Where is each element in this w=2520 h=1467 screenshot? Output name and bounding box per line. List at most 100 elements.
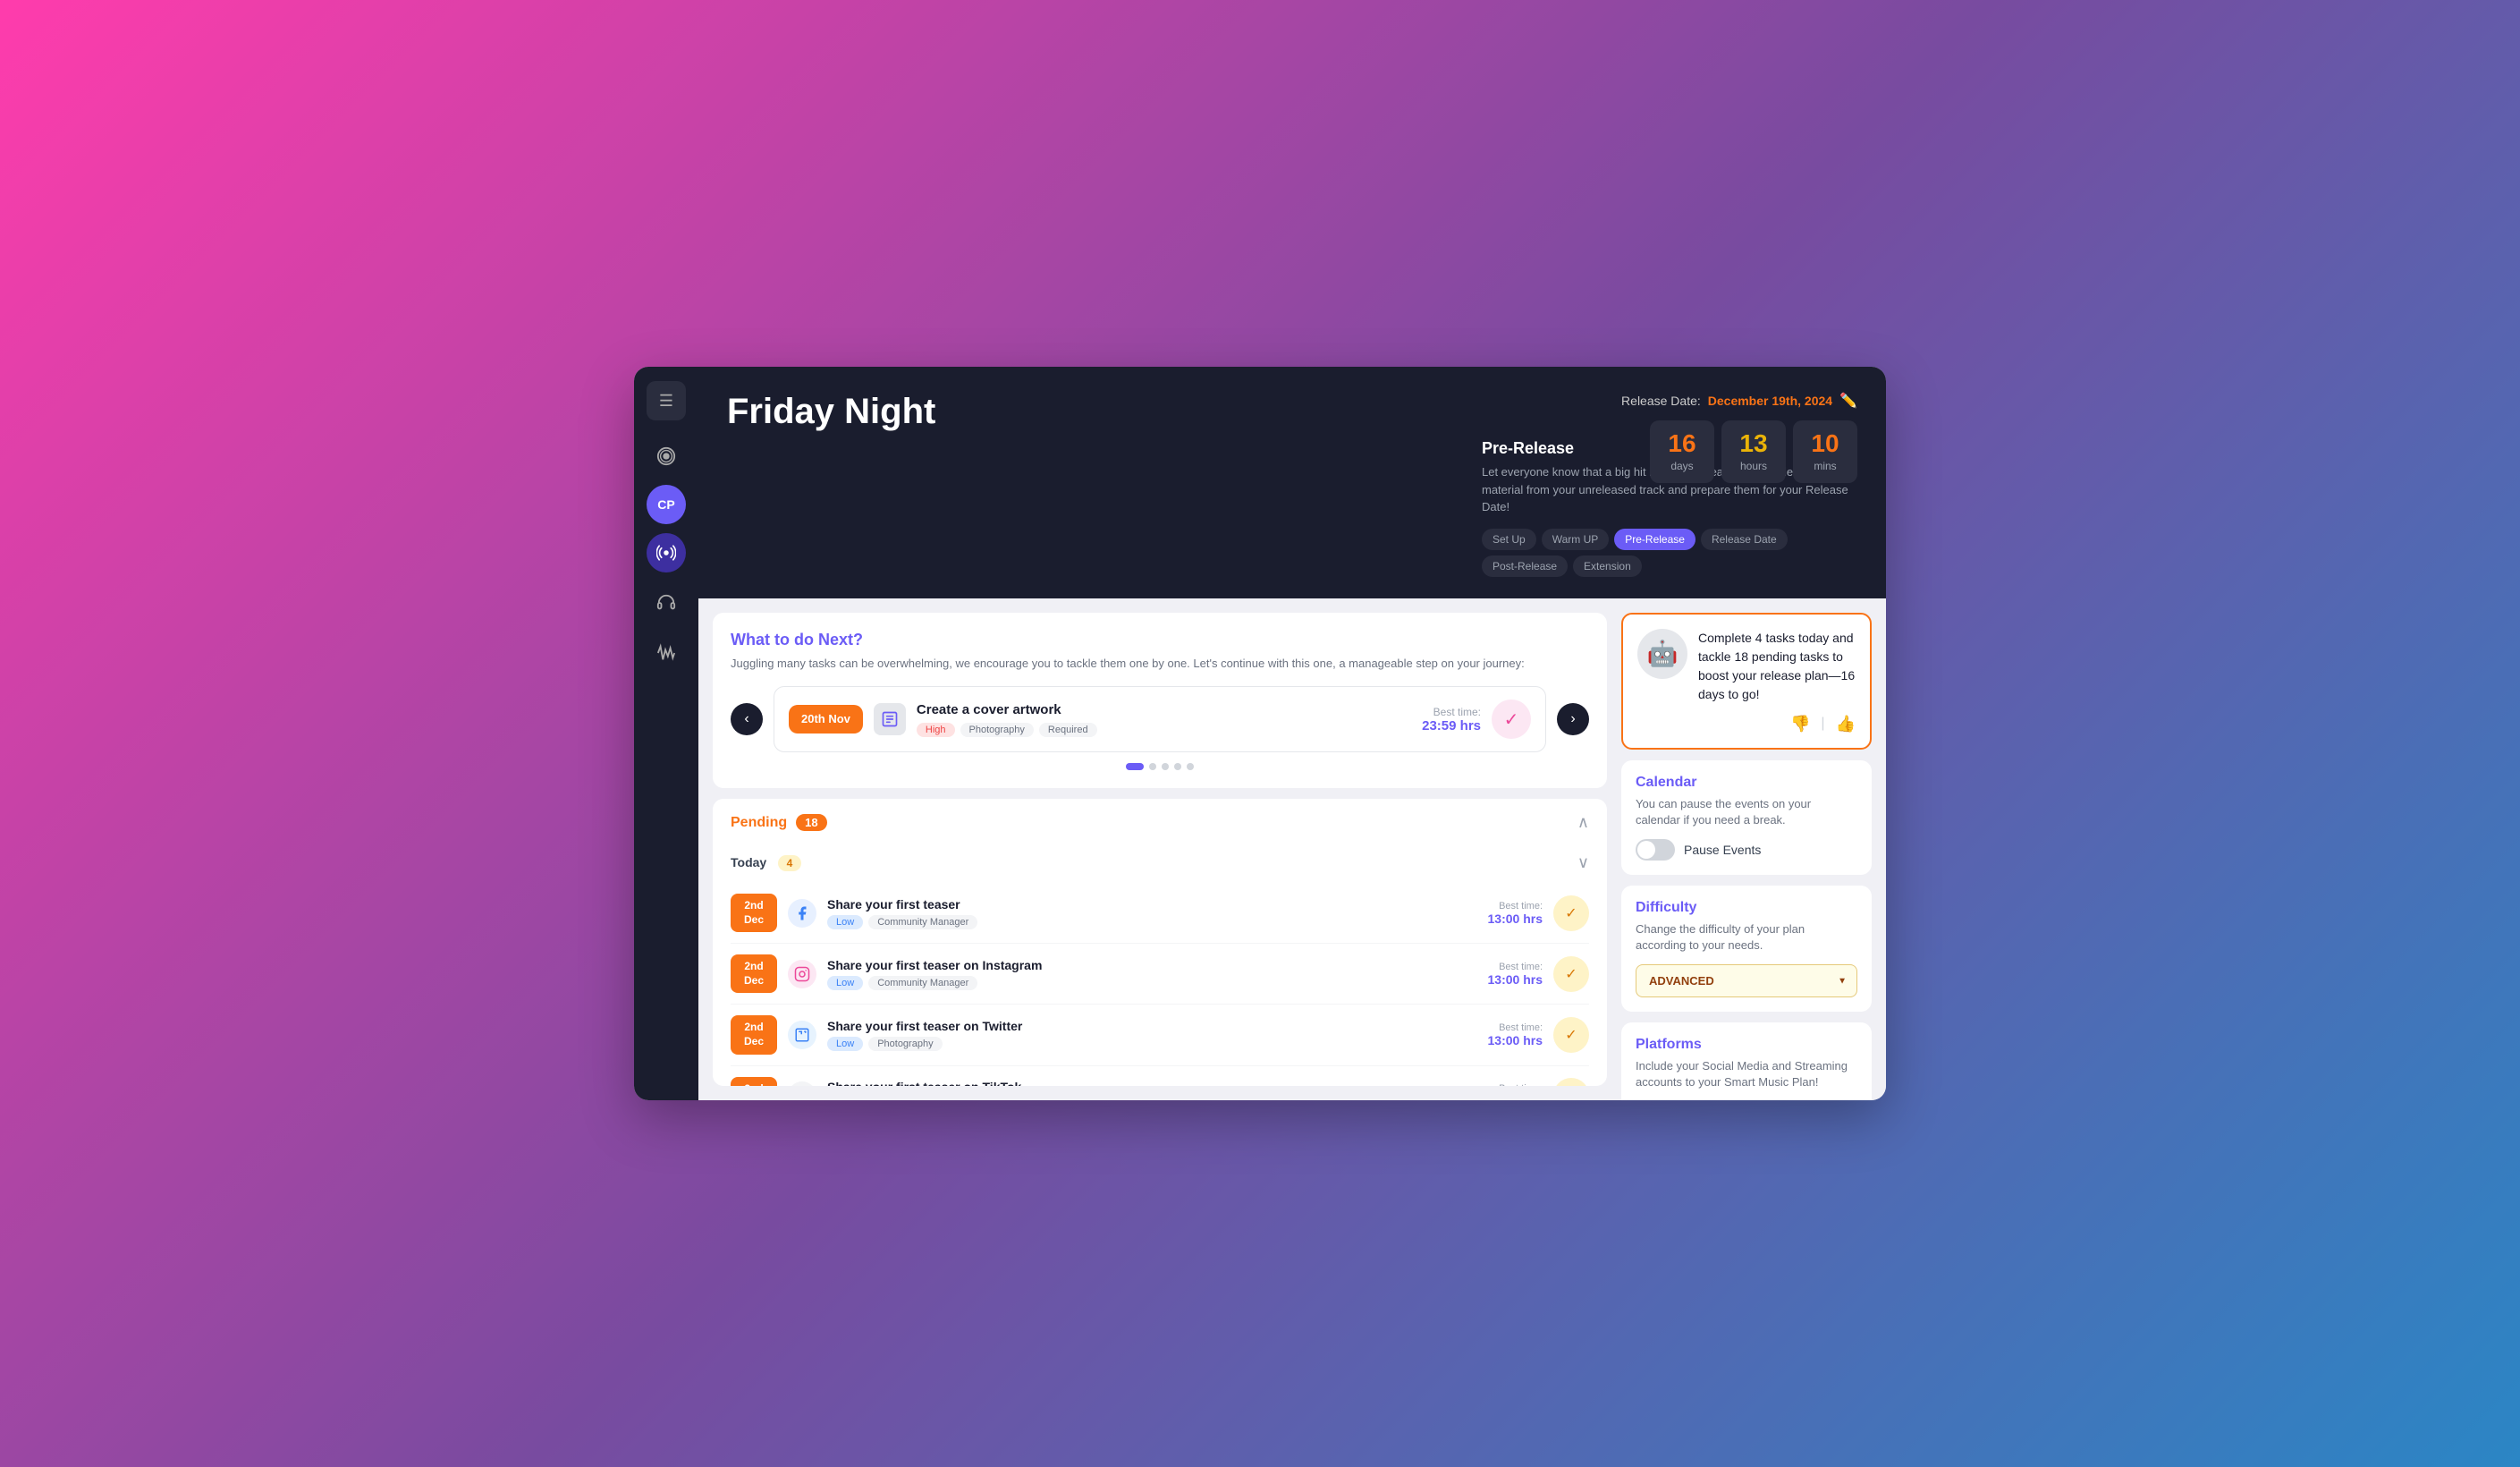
platforms-desc: Include your Social Media and Streaming …	[1636, 1058, 1857, 1090]
tab-postrelease[interactable]: Post-Release	[1482, 555, 1568, 577]
sidebar-item-headphones[interactable]	[647, 583, 686, 623]
right-panel: 🤖 Complete 4 tasks today and tackle 18 p…	[1621, 613, 1872, 1087]
task-complete-button[interactable]: ✓	[1492, 700, 1531, 739]
task-row-time-1: 13:00 hrs	[1488, 912, 1543, 926]
dot-4	[1174, 763, 1181, 770]
today-chevron-icon: ∨	[1577, 853, 1589, 872]
task-row-date-2: 2ndDec	[731, 954, 777, 993]
tag-low-1: Low	[827, 915, 863, 929]
task-row: 2ndDec Share your first teaser on TikTok…	[731, 1066, 1589, 1086]
facebook-icon	[788, 899, 816, 928]
ai-card-top: 🤖 Complete 4 tasks today and tackle 18 p…	[1637, 629, 1856, 704]
sidebar-item-signal[interactable]	[647, 533, 686, 572]
thumbs-up-button[interactable]: 👍	[1836, 715, 1856, 734]
pending-title-row: Pending 18	[731, 814, 827, 831]
task-row-name-4: Share your first teaser on TikTok	[827, 1080, 1477, 1086]
countdown-mins-label: mins	[1809, 460, 1841, 472]
tab-releasedate[interactable]: Release Date	[1701, 529, 1788, 550]
task-carousel: ‹ 20th Nov Create a cover artwork	[731, 686, 1589, 752]
tag-high: High	[917, 723, 955, 737]
release-date-value: December 19th, 2024	[1708, 394, 1832, 408]
difficulty-select[interactable]: BEGINNER INTERMEDIATE ADVANCED EXPERT	[1636, 964, 1857, 997]
task-row-best-4: Best time: 13:00 hrs	[1488, 1083, 1543, 1086]
instagram-icon	[788, 960, 816, 988]
task-info: Create a cover artwork High Photography …	[917, 702, 1411, 737]
carousel-dots	[731, 763, 1589, 770]
task-row: 2ndDec Share your first teaser on Instag…	[731, 944, 1589, 1005]
ai-divider: |	[1821, 716, 1824, 732]
dot-1	[1126, 763, 1144, 770]
countdown-mins-value: 10	[1809, 431, 1841, 456]
countdown-hours: 13 hours	[1721, 420, 1786, 483]
twitter-icon	[788, 1021, 816, 1049]
task-row-tags-3: Low Photography	[827, 1037, 1477, 1051]
body-content: What to do Next? Juggling many tasks can…	[698, 598, 1886, 1101]
task-row-best-2: Best time: 13:00 hrs	[1488, 962, 1543, 987]
tab-warmup[interactable]: Warm UP	[1542, 529, 1610, 550]
pause-events-toggle[interactable]	[1636, 839, 1675, 861]
main-content: Friday Night Release Date: December 19th…	[698, 367, 1886, 1100]
task-row: 2ndDec Share your first teaser on Twitte…	[731, 1005, 1589, 1065]
ai-message: Complete 4 tasks today and tackle 18 pen…	[1698, 629, 1856, 704]
edit-icon[interactable]: ✏️	[1839, 392, 1857, 410]
tag-low-3: Low	[827, 1037, 863, 1051]
countdown-days: 16 days	[1650, 420, 1714, 483]
sidebar-menu-button[interactable]: ☰	[647, 381, 686, 420]
dot-5	[1187, 763, 1194, 770]
task-check-4[interactable]: ✓	[1553, 1078, 1589, 1086]
what-next-desc: Juggling many tasks can be overwhelming,…	[731, 655, 1589, 673]
thumbs-down-button[interactable]: 👎	[1790, 715, 1810, 734]
today-count-badge: 4	[778, 855, 802, 871]
calendar-title: Calendar	[1636, 775, 1857, 791]
countdown-hours-label: hours	[1738, 460, 1770, 472]
tab-extension[interactable]: Extension	[1573, 555, 1642, 577]
difficulty-select-wrapper: BEGINNER INTERMEDIATE ADVANCED EXPERT	[1636, 964, 1857, 997]
difficulty-title: Difficulty	[1636, 900, 1857, 916]
left-panel: What to do Next? Juggling many tasks can…	[713, 613, 1607, 1087]
what-next-title: What to do Next?	[731, 631, 1589, 649]
task-row-date-1: 2ndDec	[731, 894, 777, 932]
sidebar-item-waveform[interactable]	[647, 633, 686, 673]
task-name: Create a cover artwork	[917, 702, 1411, 717]
ai-card: 🤖 Complete 4 tasks today and tackle 18 p…	[1621, 613, 1872, 750]
task-time-value: 23:59 hrs	[1422, 718, 1481, 734]
difficulty-card: Difficulty Change the difficulty of your…	[1621, 886, 1872, 1012]
featured-task-card: 20th Nov Create a cover artwork High Pho…	[774, 686, 1546, 752]
task-row-time-3: 13:00 hrs	[1488, 1033, 1543, 1047]
task-best-time: Best time: 23:59 hrs	[1422, 706, 1481, 734]
task-tags: High Photography Required	[917, 723, 1411, 737]
phase-tabs: Set Up Warm UP Pre-Release Release Date …	[1482, 529, 1857, 577]
task-row-info-3: Share your first teaser on Twitter Low P…	[827, 1019, 1477, 1051]
tab-prerelease[interactable]: Pre-Release	[1614, 529, 1696, 550]
hero-top-right: Release Date: December 19th, 2024 ✏️ 16 …	[1621, 392, 1857, 483]
menu-icon: ☰	[659, 392, 673, 411]
tag-photography: Photography	[960, 723, 1034, 737]
carousel-next-button[interactable]: ›	[1557, 703, 1589, 735]
countdown-mins: 10 mins	[1793, 420, 1857, 483]
tag-required: Required	[1039, 723, 1097, 737]
user-avatar[interactable]: CP	[647, 485, 686, 524]
today-title: Today	[731, 855, 766, 869]
today-section: Today 4 ∨ 2ndDec Share y	[713, 846, 1607, 1086]
platforms-card: Platforms Include your Social Media and …	[1621, 1022, 1872, 1100]
sidebar: ☰ CP	[634, 367, 698, 1100]
task-row-name-1: Share your first teaser	[827, 897, 1477, 912]
task-row: 2ndDec Share your first teaser Low Commu…	[731, 883, 1589, 944]
pending-card: Pending 18 ∧ Today 4 ∨	[713, 799, 1607, 1086]
pause-events-row: Pause Events	[1636, 839, 1857, 861]
today-row: Today 4	[731, 855, 801, 871]
pending-header[interactable]: Pending 18 ∧	[713, 799, 1607, 846]
today-header: Today 4 ∨	[731, 846, 1589, 883]
task-check-1[interactable]: ✓	[1553, 895, 1589, 931]
sidebar-item-music[interactable]	[647, 437, 686, 476]
tab-setup[interactable]: Set Up	[1482, 529, 1536, 550]
carousel-prev-button[interactable]: ‹	[731, 703, 763, 735]
task-type-icon	[874, 703, 906, 735]
task-check-3[interactable]: ✓	[1553, 1017, 1589, 1053]
tag-photography-3: Photography	[868, 1037, 942, 1051]
calendar-desc: You can pause the events on your calenda…	[1636, 796, 1857, 828]
task-check-2[interactable]: ✓	[1553, 956, 1589, 992]
task-row-info-4: Share your first teaser on TikTok Low Vi…	[827, 1080, 1477, 1086]
release-date-row: Release Date: December 19th, 2024 ✏️	[1621, 392, 1857, 410]
task-row-name-3: Share your first teaser on Twitter	[827, 1019, 1477, 1033]
